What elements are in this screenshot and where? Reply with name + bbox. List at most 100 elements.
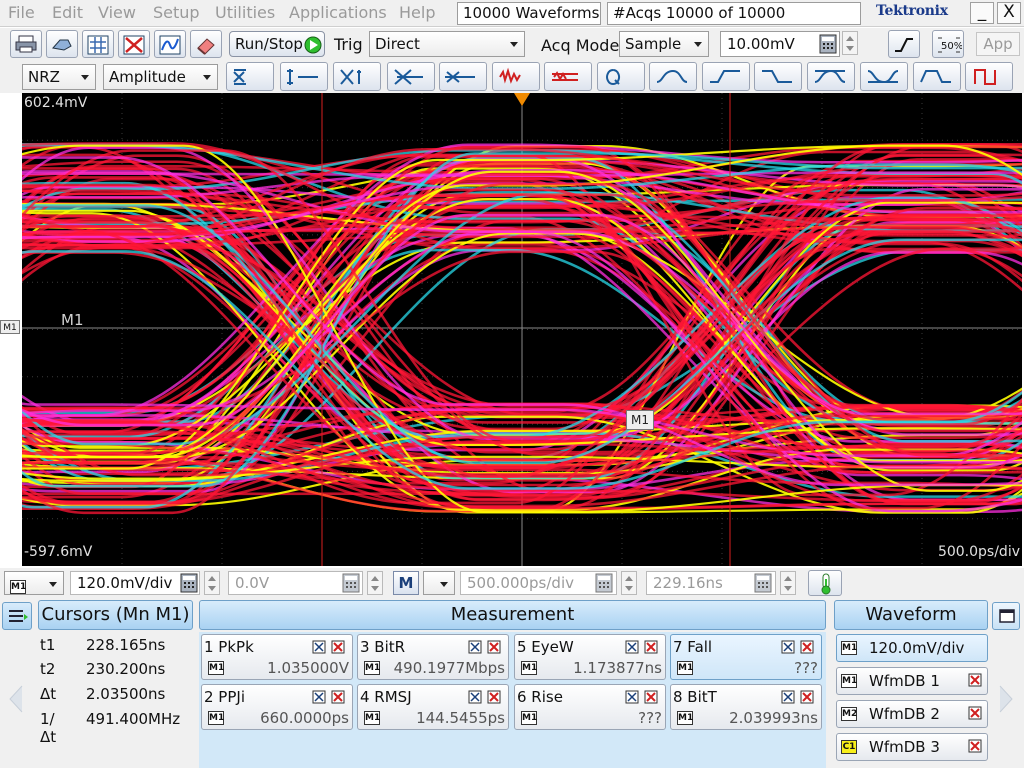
scroll-right-icon[interactable] xyxy=(996,684,1016,714)
delete-measurement-icon[interactable] xyxy=(800,690,814,704)
menu-edit[interactable]: Edit xyxy=(52,3,83,22)
delete-waveform-icon[interactable] xyxy=(968,706,982,720)
measurement-tool-button[interactable] xyxy=(387,62,435,91)
calculator-icon[interactable] xyxy=(178,572,200,594)
trigger-position-icon[interactable] xyxy=(514,93,530,107)
stats-icon[interactable] xyxy=(468,640,482,654)
threshold-spinner[interactable] xyxy=(842,31,858,55)
delete-measurement-icon[interactable] xyxy=(487,640,501,654)
stats-icon[interactable] xyxy=(625,640,639,654)
position-spinner[interactable] xyxy=(780,571,796,595)
measurement-tool-button[interactable] xyxy=(544,62,592,91)
measurement-type-select[interactable]: Amplitude xyxy=(103,64,218,90)
horizontal-scale-spinner[interactable] xyxy=(621,571,637,595)
delete-measurement-icon[interactable] xyxy=(331,640,345,654)
offset-spinner[interactable] xyxy=(367,571,383,595)
run-stop-label: Run/Stop xyxy=(235,35,303,53)
encoding-select[interactable]: NRZ xyxy=(22,64,96,90)
stats-icon[interactable] xyxy=(781,690,795,704)
delete-measurement-icon[interactable] xyxy=(487,690,501,704)
measurement-tool-button[interactable] xyxy=(754,62,802,91)
app-button[interactable]: App xyxy=(976,32,1020,56)
measurement-panel-title[interactable]: Measurement xyxy=(199,600,826,630)
menu-view[interactable]: View xyxy=(98,3,136,22)
measurement-tool-button[interactable] xyxy=(597,62,645,91)
measurement-tile[interactable]: 8 BitT M1 2.039993ns xyxy=(670,684,822,730)
calculator-icon[interactable] xyxy=(593,572,615,594)
menu-file[interactable]: File xyxy=(8,3,35,22)
measurement-tile[interactable]: 2 PPJi M1 660.0000ps xyxy=(201,684,353,730)
math-source-select[interactable] xyxy=(423,571,455,595)
calculator-icon[interactable] xyxy=(340,572,362,594)
calculator-icon[interactable] xyxy=(818,34,838,54)
waveform-item[interactable]: M1 WfmDB 1 xyxy=(836,667,988,695)
menu-applications[interactable]: Applications xyxy=(289,3,387,22)
measurement-tool-button[interactable] xyxy=(913,62,961,91)
close-button[interactable]: X xyxy=(997,2,1021,24)
default-setup-button[interactable] xyxy=(46,30,78,58)
measurement-tile[interactable]: 5 EyeW M1 1.173877ns xyxy=(514,634,666,680)
measurement-tool-button[interactable] xyxy=(807,62,855,91)
waveform-item[interactable]: C1 WfmDB 3 xyxy=(836,733,988,761)
acq-mode-select[interactable]: Sample xyxy=(619,31,709,57)
run-stop-button[interactable]: Run/Stop xyxy=(229,31,325,57)
window-icon xyxy=(999,609,1015,623)
waveforms-count-select[interactable]: 10000 Waveforms xyxy=(457,2,601,25)
scope-display[interactable]: 602.4mV -597.6mV 500.0ps/div M1 M1 xyxy=(22,93,1022,566)
measurement-tile[interactable]: 4 RMSJ M1 144.5455ps xyxy=(357,684,509,730)
measurement-tool-button[interactable] xyxy=(702,62,750,91)
panel-menu-button[interactable] xyxy=(2,602,32,630)
bit-pattern-icon xyxy=(974,69,996,85)
measurement-tool-button[interactable] xyxy=(333,62,381,91)
waveform-item[interactable]: M1 120.0mV/div xyxy=(836,634,988,662)
measurement-tool-button[interactable] xyxy=(439,62,487,91)
measurement-tool-button[interactable] xyxy=(226,62,274,91)
measurement-tile[interactable]: 3 BitR M1 490.1977Mbps xyxy=(357,634,509,680)
waveform-item[interactable]: M2 WfmDB 2 xyxy=(836,700,988,728)
measurement-tile[interactable]: 6 Rise M1??? xyxy=(514,684,666,730)
delete-measurement-icon[interactable] xyxy=(644,640,658,654)
delete-measurement-icon[interactable] xyxy=(644,690,658,704)
stats-icon[interactable] xyxy=(468,690,482,704)
menu-setup[interactable]: Setup xyxy=(153,3,200,22)
channel-offset-marker[interactable]: M1 xyxy=(0,320,20,334)
cursor-value: 2.03500ns xyxy=(86,685,166,703)
vertical-scale-spinner[interactable] xyxy=(204,571,220,595)
eraser-button[interactable] xyxy=(190,30,222,58)
calculator-icon[interactable] xyxy=(752,572,774,594)
menu-help[interactable]: Help xyxy=(399,3,435,22)
stats-icon[interactable] xyxy=(312,690,326,704)
stats-icon[interactable] xyxy=(781,640,795,654)
clear-data-button[interactable] xyxy=(118,30,150,58)
waveform-display-button[interactable] xyxy=(154,30,186,58)
delete-waveform-icon[interactable] xyxy=(968,739,982,753)
menu-utilities[interactable]: Utilities xyxy=(215,3,275,22)
print-button[interactable] xyxy=(10,30,42,58)
cursor-key: t2 xyxy=(40,660,56,678)
undock-button[interactable] xyxy=(992,602,1020,630)
cursors-panel-title[interactable]: Cursors (Mn M1) xyxy=(38,600,193,630)
edge-trigger-button[interactable] xyxy=(888,30,920,58)
delete-measurement-icon[interactable] xyxy=(331,690,345,704)
measurement-tool-button[interactable] xyxy=(860,62,908,91)
persist-50-button[interactable]: 50% xyxy=(932,30,964,58)
waveform-label-tag[interactable]: M1 xyxy=(626,410,654,430)
measurement-tool-button[interactable] xyxy=(965,62,1013,91)
measurement-tool-button[interactable] xyxy=(649,62,697,91)
waveform-panel-title[interactable]: Waveform xyxy=(834,600,988,630)
math-source-button[interactable]: M xyxy=(393,571,419,595)
trigger-mode-select[interactable]: Direct xyxy=(369,31,525,57)
delete-waveform-icon[interactable] xyxy=(968,673,982,687)
minimize-button[interactable]: _ xyxy=(970,2,994,24)
measurement-tool-button[interactable] xyxy=(280,62,328,91)
scroll-left-icon[interactable] xyxy=(6,684,26,714)
delete-measurement-icon[interactable] xyxy=(800,640,814,654)
thermometer-button[interactable] xyxy=(808,570,842,596)
measurement-tool-button[interactable] xyxy=(492,62,540,91)
stats-icon[interactable] xyxy=(312,640,326,654)
stats-icon[interactable] xyxy=(625,690,639,704)
measurement-tile[interactable]: 7 Fall M1??? xyxy=(670,634,822,680)
autoset-button[interactable] xyxy=(82,30,114,58)
measurement-tile[interactable]: 1 PkPk M1 1.035000V xyxy=(201,634,353,680)
source-select[interactable]: M1 xyxy=(4,571,64,595)
